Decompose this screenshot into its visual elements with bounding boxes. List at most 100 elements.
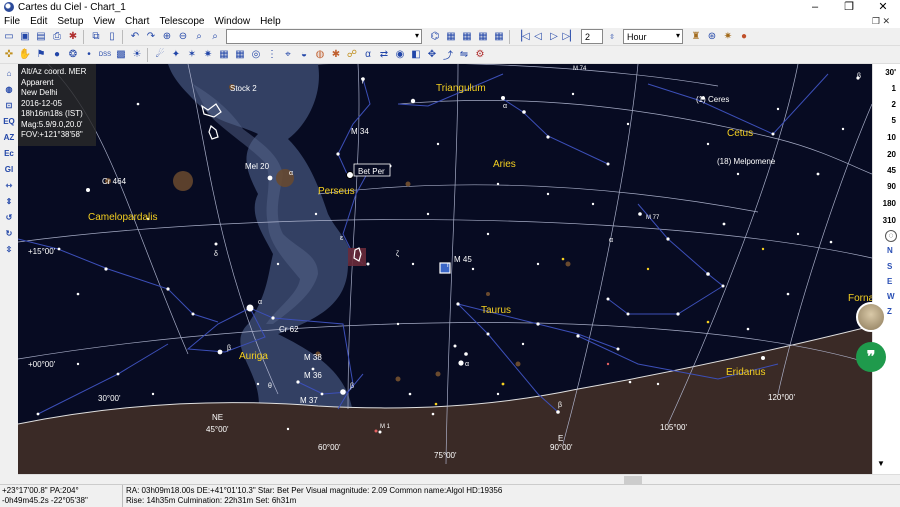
swap-icon[interactable]: ⇄ — [377, 48, 391, 62]
fov-button[interactable]: 5 — [892, 116, 896, 125]
find-icon[interactable]: ⌕ — [192, 30, 206, 44]
label-icon[interactable]: ⚑ — [34, 48, 48, 62]
asteroid-icon[interactable]: ✦ — [169, 48, 183, 62]
menu-view[interactable]: View — [94, 16, 116, 27]
direction-west-button[interactable]: W — [887, 292, 895, 301]
flip-horizontal-icon[interactable]: ⇿ — [2, 178, 16, 192]
rotate-icon[interactable]: ✥ — [425, 48, 439, 62]
az-mode-icon[interactable]: AZ — [2, 130, 16, 144]
calendar-icon[interactable]: ▦ — [460, 30, 474, 44]
rotate-right-icon[interactable]: ↻ — [2, 226, 16, 240]
galaxy-icon[interactable]: ❂ — [66, 48, 80, 62]
search-object-icon[interactable]: ⌕ — [208, 30, 222, 44]
eq-mode-icon[interactable]: EQ — [2, 114, 16, 128]
fov-button[interactable]: 10 — [887, 133, 896, 142]
chat-button[interactable]: ❞ — [856, 342, 886, 372]
zenith-icon[interactable]: ⊡ — [2, 98, 16, 112]
new-chart-icon[interactable]: ▭ — [2, 30, 16, 44]
globe-icon[interactable]: ◍ — [2, 82, 16, 96]
forward-icon[interactable]: ▷ — [547, 30, 561, 44]
save-icon[interactable]: ▤ — [34, 30, 48, 44]
horizon-icon[interactable]: ◒ — [297, 48, 311, 62]
alpha-icon[interactable]: α — [361, 48, 375, 62]
planet-icon[interactable]: ☍ — [345, 48, 359, 62]
step-back-icon[interactable]: ▕◁ — [514, 30, 529, 44]
print-icon[interactable]: ⎙ — [50, 30, 64, 44]
flip-vertical-icon[interactable]: ⇕ — [2, 194, 16, 208]
prefs-icon[interactable]: ⚙ — [473, 48, 487, 62]
close-button[interactable]: ✕ — [866, 0, 900, 14]
time-step-input[interactable]: 2 — [581, 29, 603, 44]
direction-north-button[interactable]: N — [887, 246, 893, 255]
satellite-icon[interactable]: ✷ — [201, 48, 215, 62]
horizontal-scrollbar[interactable] — [18, 474, 900, 484]
fov-button[interactable]: 180 — [883, 199, 896, 208]
dss-icon[interactable]: DSS — [98, 48, 112, 62]
paste-icon[interactable]: ▯ — [105, 30, 119, 44]
mark-icon[interactable]: ● — [50, 48, 64, 62]
fov-button[interactable]: 1 — [892, 84, 896, 93]
link-icon[interactable]: ⤴ — [441, 48, 455, 62]
maximize-button[interactable]: ❐ — [832, 0, 866, 14]
image-icon[interactable]: ▩ — [114, 48, 128, 62]
pan-icon[interactable]: ✋ — [18, 48, 32, 62]
mdi-controls-icon[interactable]: ❐ ✕ — [872, 16, 890, 27]
menu-edit[interactable]: Edit — [30, 16, 47, 27]
search-combo[interactable]: ▾ — [226, 29, 422, 44]
boundary-icon[interactable]: ⌖ — [281, 48, 295, 62]
back-icon[interactable]: ◁ — [531, 30, 545, 44]
lamp-icon[interactable]: ☀ — [130, 48, 144, 62]
equatorial-grid-icon[interactable]: ▦ — [233, 48, 247, 62]
milky-way-icon[interactable]: ◍ — [313, 48, 327, 62]
copy-icon[interactable]: ⧉ — [89, 30, 103, 44]
comet-icon[interactable]: ☄ — [153, 48, 167, 62]
settings-icon[interactable]: ✷ — [721, 30, 735, 44]
all-sky-icon[interactable]: ◌ — [885, 230, 897, 242]
calendar-icon[interactable]: ▦ — [492, 30, 506, 44]
undo-icon[interactable]: ↶ — [128, 30, 142, 44]
star-icon[interactable]: • — [82, 48, 96, 62]
direction-south-button[interactable]: S — [887, 262, 892, 271]
fov-button[interactable]: 20 — [887, 150, 896, 159]
eye-icon[interactable]: ◉ — [393, 48, 407, 62]
nebula-icon[interactable]: ✱ — [329, 48, 343, 62]
scroll-thumb[interactable] — [624, 476, 642, 484]
constellation-line-icon[interactable]: ⋮ — [265, 48, 279, 62]
chevron-down-icon[interactable]: ▾ — [676, 31, 680, 40]
time-unit-value[interactable]: Hour — [627, 32, 647, 42]
fov-button[interactable]: 2 — [892, 100, 896, 109]
time-step-value[interactable]: 2 — [585, 32, 590, 42]
direction-zenith-button[interactable]: Z — [887, 307, 892, 316]
menu-window[interactable]: Window — [214, 16, 250, 27]
grid-icon[interactable]: ▦ — [217, 48, 231, 62]
menu-chart[interactable]: Chart — [125, 16, 149, 27]
menu-telescope[interactable]: Telescope — [159, 16, 204, 27]
record-icon[interactable]: ● — [737, 30, 751, 44]
fov-button[interactable]: 30' — [885, 68, 896, 77]
minimize-button[interactable]: – — [798, 0, 832, 14]
zoom-out-icon[interactable]: ⊖ — [176, 30, 190, 44]
compass-icon[interactable]: ◎ — [249, 48, 263, 62]
direction-east-button[interactable]: E — [887, 277, 892, 286]
time-unit-select[interactable]: Hour ▾ — [623, 29, 683, 44]
gal-mode-icon[interactable]: Gl — [2, 162, 16, 176]
setup-icon[interactable]: ✱ — [66, 30, 80, 44]
step-forward-icon[interactable]: ▷▏ — [562, 30, 577, 44]
calendar-icon[interactable]: ▦ — [476, 30, 490, 44]
mirror-icon[interactable]: ⇋ — [457, 48, 471, 62]
sky-chart[interactable]: Triangulum Perseus Aries Cetus Camelopar… — [18, 64, 872, 474]
cursor-icon[interactable]: ✜ — [2, 48, 16, 62]
ec-mode-icon[interactable]: Ec — [2, 146, 16, 160]
target-icon[interactable]: ⊛ — [705, 30, 719, 44]
flip-icon[interactable]: ◧ — [409, 48, 423, 62]
rotate-left-icon[interactable]: ↺ — [2, 210, 16, 224]
chevron-down-icon[interactable]: ▾ — [415, 31, 419, 40]
scroll-down-icon[interactable]: ▼ — [877, 459, 885, 468]
home-icon[interactable]: ⌂ — [2, 66, 16, 80]
menu-setup[interactable]: Setup — [57, 16, 83, 27]
menu-file[interactable]: File — [4, 16, 20, 27]
fov-button[interactable]: 310 — [883, 216, 896, 225]
avatar[interactable] — [856, 302, 886, 332]
vertical-arrows-icon[interactable]: ⇳ — [2, 242, 16, 256]
telescope-icon[interactable]: ♜ — [689, 30, 703, 44]
